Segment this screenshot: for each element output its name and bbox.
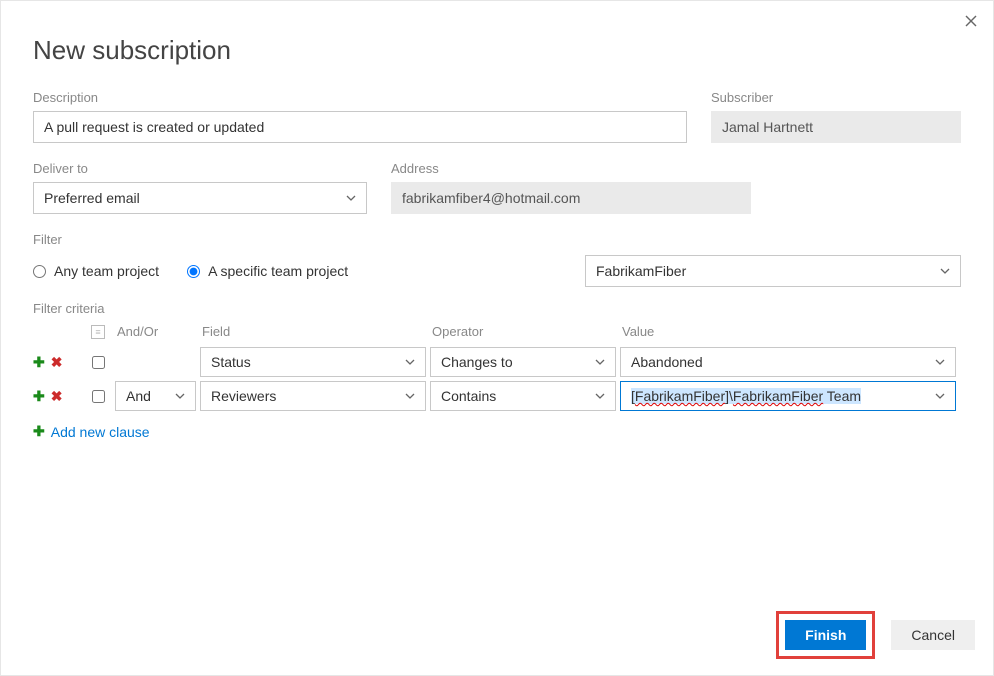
chevron-down-icon bbox=[595, 359, 605, 365]
filter-criteria-label: Filter criteria bbox=[33, 301, 961, 316]
filter-label: Filter bbox=[33, 232, 961, 247]
add-row-icon[interactable]: ✚ bbox=[33, 388, 45, 405]
andor-value: And bbox=[126, 388, 151, 404]
finish-button[interactable]: Finish bbox=[785, 620, 866, 650]
field-select[interactable]: Status bbox=[200, 347, 426, 377]
criteria-header-row: ≡ And/Or Field Operator Value bbox=[33, 324, 961, 345]
plus-icon: ✚ bbox=[33, 423, 45, 440]
criteria-row: ✚ ✖ Status Changes to Abandoned bbox=[33, 345, 961, 379]
chevron-down-icon bbox=[595, 393, 605, 399]
radio-any-team-project-label: Any team project bbox=[54, 263, 159, 279]
deliver-to-label: Deliver to bbox=[33, 161, 367, 176]
modal-title: New subscription bbox=[33, 35, 961, 66]
modal-footer: Finish Cancel bbox=[776, 611, 975, 659]
add-row-icon[interactable]: ✚ bbox=[33, 354, 45, 371]
finish-highlight: Finish bbox=[776, 611, 875, 659]
new-subscription-modal: New subscription Description A pull requ… bbox=[0, 0, 994, 676]
chevron-down-icon bbox=[940, 268, 950, 274]
chevron-down-icon bbox=[935, 359, 945, 365]
row-checkbox[interactable] bbox=[92, 356, 105, 369]
row-checkbox[interactable] bbox=[92, 390, 105, 403]
address-label: Address bbox=[391, 161, 751, 176]
operator-select[interactable]: Contains bbox=[430, 381, 616, 411]
header-andor: And/Or bbox=[113, 324, 198, 339]
andor-select[interactable]: And bbox=[115, 381, 196, 411]
address-value: fabrikamfiber4@hotmail.com bbox=[402, 190, 580, 206]
operator-value: Contains bbox=[441, 388, 496, 404]
subscriber-label: Subscriber bbox=[711, 90, 961, 105]
radio-specific-team-project[interactable]: A specific team project bbox=[187, 263, 348, 279]
value-text: Abandoned bbox=[631, 354, 703, 370]
add-clause-label: Add new clause bbox=[51, 424, 150, 440]
group-icon: ≡ bbox=[91, 325, 105, 339]
radio-specific-team-project-label: A specific team project bbox=[208, 263, 348, 279]
address-field: fabrikamfiber4@hotmail.com bbox=[391, 182, 751, 214]
criteria-row: ✚ ✖ And Reviewers Contains [FabrikamFibe… bbox=[33, 379, 961, 413]
add-new-clause-link[interactable]: ✚ Add new clause bbox=[33, 423, 961, 440]
value-select[interactable]: Abandoned bbox=[620, 347, 956, 377]
chevron-down-icon bbox=[346, 195, 356, 201]
operator-select[interactable]: Changes to bbox=[430, 347, 616, 377]
description-label: Description bbox=[33, 90, 687, 105]
chevron-down-icon bbox=[935, 393, 945, 399]
field-value: Reviewers bbox=[211, 388, 276, 404]
operator-value: Changes to bbox=[441, 354, 513, 370]
value-select[interactable]: [FabrikamFiber]\FabrikamFiber Team bbox=[620, 381, 956, 411]
field-select[interactable]: Reviewers bbox=[200, 381, 426, 411]
field-value: Status bbox=[211, 354, 251, 370]
subscriber-field: Jamal Hartnett bbox=[711, 111, 961, 143]
close-icon[interactable] bbox=[965, 15, 977, 31]
cancel-button[interactable]: Cancel bbox=[891, 620, 975, 650]
radio-any-team-project[interactable]: Any team project bbox=[33, 263, 159, 279]
description-value: A pull request is created or updated bbox=[44, 119, 264, 135]
chevron-down-icon bbox=[405, 393, 415, 399]
description-input[interactable]: A pull request is created or updated bbox=[33, 111, 687, 143]
header-value: Value bbox=[618, 324, 958, 339]
deliver-to-value: Preferred email bbox=[44, 190, 140, 206]
chevron-down-icon bbox=[405, 359, 415, 365]
remove-row-icon[interactable]: ✖ bbox=[51, 354, 63, 371]
project-select[interactable]: FabrikamFiber bbox=[585, 255, 961, 287]
header-field: Field bbox=[198, 324, 428, 339]
remove-row-icon[interactable]: ✖ bbox=[51, 388, 63, 405]
deliver-to-select[interactable]: Preferred email bbox=[33, 182, 367, 214]
chevron-down-icon bbox=[175, 393, 185, 399]
subscriber-value: Jamal Hartnett bbox=[722, 119, 813, 135]
value-text: [FabrikamFiber]\FabrikamFiber Team bbox=[631, 388, 861, 404]
header-operator: Operator bbox=[428, 324, 618, 339]
project-select-value: FabrikamFiber bbox=[596, 263, 686, 279]
